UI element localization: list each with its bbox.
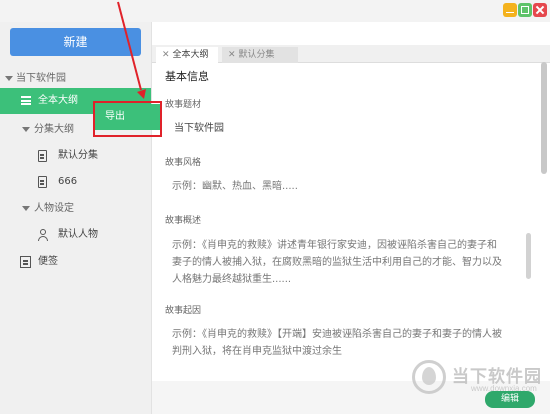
title-bar [0,0,550,22]
tab-label: 全本大纲 [172,50,209,60]
sidebar-group-character-settings[interactable]: 人物设定 [0,196,151,222]
notes-icon [20,256,31,268]
new-button[interactable]: 新建 [10,28,141,56]
field-value-origin-line[interactable]: 判刑入狱，将在肖申克监狱中渡过余生 [172,343,342,360]
field-label-style: 故事风格 [165,158,202,168]
sidebar-item-label: 全本大纲 [38,95,78,106]
document-icon [38,176,47,188]
field-value-synopsis-line[interactable]: 示例：《肖申克的救赎》讲述青年银行家安迪，因被诬陷杀害自己的妻子和 [172,237,497,254]
field-label-synopsis: 故事概述 [165,216,202,226]
sidebar-item-default-character[interactable]: 默认人物 [0,222,151,248]
sidebar-item-label: 666 [58,176,78,187]
field-value-style[interactable]: 示例：幽默、热血、黑暗..... [172,178,298,195]
watermark-logo-icon [412,360,446,394]
sidebar-group-label: 分集大纲 [34,124,74,135]
field-value-synopsis-line[interactable]: 人格魅力最终越狱重生...... [172,271,291,288]
caret-down-icon[interactable] [22,127,30,132]
caret-down-icon[interactable] [5,76,13,81]
maximize-button[interactable] [518,3,532,17]
sidebar-item-label: 默认分集 [58,150,98,161]
highlight-box [93,101,162,137]
tab-label: 默认分集 [238,50,275,60]
edit-button[interactable]: 编辑 [485,391,535,408]
sidebar-item-label: 默认人物 [58,229,98,240]
minimize-icon [506,12,514,13]
close-tab-icon[interactable]: ✕ [162,50,170,60]
sidebar-item-episode-666[interactable]: 666 [0,169,151,195]
field-value-theme[interactable]: 当下软件园 [174,120,224,137]
tab-bar: ✕ 全本大纲 ✕ 默认分集 [152,45,550,63]
tab-default-episode[interactable]: ✕ 默认分集 [222,47,298,63]
caret-down-icon[interactable] [22,206,30,211]
minimize-button[interactable] [503,3,517,17]
field-label-origin: 故事起因 [165,306,202,316]
maximize-icon [521,6,529,14]
person-icon [38,229,48,241]
sidebar-item-label: 便签 [38,256,58,267]
outline-content: 基本信息 故事题材 当下软件园 故事风格 示例：幽默、热血、黑暗..... 故事… [152,63,550,381]
list-icon [21,96,31,105]
tab-full-outline[interactable]: ✕ 全本大纲 [156,47,218,63]
section-title: 基本信息 [165,70,209,83]
close-tab-icon[interactable]: ✕ [228,50,236,60]
sidebar-item-default-episode[interactable]: 默认分集 [0,143,151,169]
sidebar-item-notes[interactable]: 便签 [0,249,151,275]
document-icon [38,150,47,162]
content-scrollbar[interactable] [541,62,547,174]
field-value-origin-line[interactable]: 示例：《肖申克的救赎》【开端】安迪被诬陷杀害自己的妻子和妻子的情人被 [172,326,502,343]
sidebar-group-label: 人物设定 [34,203,74,214]
field-value-synopsis-line[interactable]: 妻子的情人被捕入狱，在腐败黑暗的监狱生活中利用自己的才能、智力以及 [172,254,502,271]
synopsis-scrollbar[interactable] [526,233,531,279]
field-label-theme: 故事题材 [165,100,202,110]
close-button[interactable] [533,3,547,17]
sidebar: 新建 当下软件园 全本大纲 分集大纲 默认分集 666 人物设定 默认人物 便签 [0,22,152,414]
